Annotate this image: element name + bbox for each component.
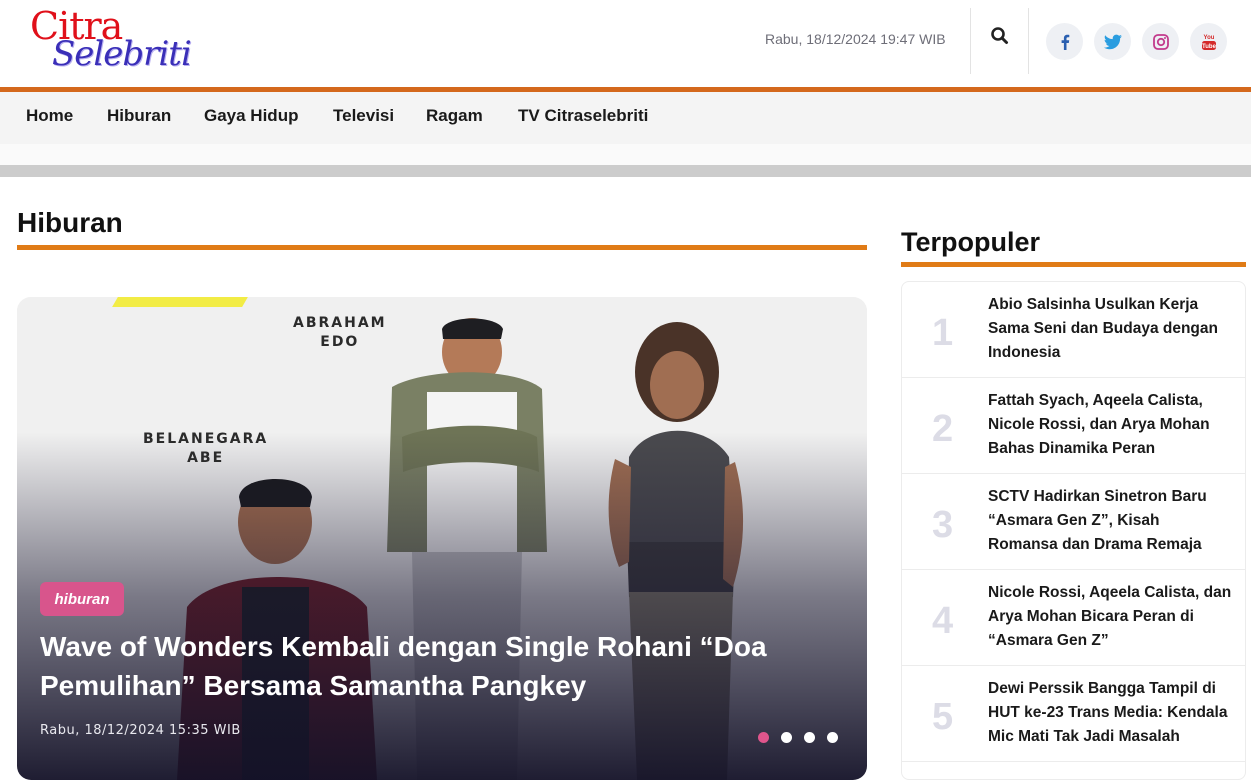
list-item[interactable]: 2 Fattah Syach, Aqeela Calista, Nicole R…: [902, 378, 1245, 474]
header-divider: [1028, 8, 1029, 74]
facebook-button[interactable]: [1046, 23, 1083, 60]
item-rank: 1: [932, 312, 954, 354]
item-rank: 2: [932, 408, 954, 450]
list-item[interactable]: 1 Abio Salsinha Usulkan Kerja Sama Seni …: [902, 282, 1245, 378]
slider-dot-active[interactable]: [758, 732, 769, 743]
sidebar-title: Terpopuler: [901, 227, 1041, 257]
sidebar-underline: [901, 262, 1246, 267]
nav-item-televisi[interactable]: Televisi: [333, 106, 394, 126]
search-button[interactable]: [988, 24, 1012, 48]
svg-text:You: You: [1203, 35, 1214, 41]
item-headline[interactable]: Abio Salsinha Usulkan Kerja Sama Seni da…: [988, 293, 1233, 365]
instagram-button[interactable]: [1142, 23, 1179, 60]
photo-caption-text: ABRAHAM EDO: [293, 315, 387, 350]
slider-dot[interactable]: [804, 732, 815, 743]
nav-item-gaya-hidup[interactable]: Gaya Hidup: [204, 106, 298, 126]
search-icon: [991, 27, 1008, 44]
header-date: Rabu, 18/12/2024 19:47 WIB: [765, 31, 946, 47]
site-header: Citra Selebriti Rabu, 18/12/2024 19:47 W…: [0, 0, 1251, 88]
section-underline: [17, 245, 867, 250]
youtube-icon: You Tube: [1201, 35, 1217, 50]
slider-dot[interactable]: [781, 732, 792, 743]
twitter-icon: [1103, 34, 1122, 49]
photo-caption-text: BELANEGARA ABE: [143, 431, 269, 466]
photo-caption-abraham-edo: ABRAHAM EDO: [293, 314, 387, 352]
hero-slider[interactable]: ABRAHAM EDO BELANEGARA ABE hiburan Wave …: [17, 297, 867, 780]
popular-list: 1 Abio Salsinha Usulkan Kerja Sama Seni …: [901, 281, 1246, 780]
nav-item-ragam[interactable]: Ragam: [426, 106, 483, 126]
facebook-icon: [1061, 34, 1069, 50]
youtube-button[interactable]: You Tube: [1190, 23, 1227, 60]
item-rank: 5: [932, 696, 954, 738]
hero-date: Rabu, 18/12/2024 15:35 WIB: [40, 723, 241, 738]
nav-item-home[interactable]: Home: [26, 106, 73, 126]
separator-bar: [0, 165, 1251, 177]
item-headline[interactable]: SCTV Hadirkan Sinetron Baru “Asmara Gen …: [988, 485, 1233, 557]
item-headline[interactable]: Dewi Perssik Bangga Tampil di HUT ke-23 …: [988, 677, 1233, 749]
nav-spacer: [0, 144, 1251, 166]
item-headline[interactable]: Nicole Rossi, Aqeela Calista, dan Arya M…: [988, 581, 1233, 653]
logo-text-selebriti: Selebriti: [52, 34, 192, 74]
nav-item-hiburan[interactable]: Hiburan: [107, 106, 171, 126]
hero-title[interactable]: Wave of Wonders Kembali dengan Single Ro…: [40, 627, 840, 705]
list-item[interactable]: 3 SCTV Hadirkan Sinetron Baru “Asmara Ge…: [902, 474, 1245, 570]
item-headline[interactable]: Fattah Syach, Aqeela Calista, Nicole Ros…: [988, 389, 1233, 461]
nav-item-tv-citraselebriti[interactable]: TV Citraselebriti: [518, 106, 648, 126]
list-item[interactable]: 4 Nicole Rossi, Aqeela Calista, dan Arya…: [902, 570, 1245, 666]
decorative-stroke: [112, 297, 248, 307]
header-divider: [970, 8, 971, 74]
item-rank: 4: [932, 600, 954, 642]
hero-image: [17, 297, 867, 780]
photo-caption-belanegara-abe: BELANEGARA ABE: [143, 430, 268, 468]
main-nav: Home Hiburan Gaya Hidup Televisi Ragam T…: [0, 92, 1251, 144]
category-tag[interactable]: hiburan: [40, 582, 124, 616]
svg-text:Tube: Tube: [1202, 44, 1217, 50]
site-logo[interactable]: Citra Selebriti: [30, 4, 192, 80]
slider-dot[interactable]: [827, 732, 838, 743]
item-rank: 3: [932, 504, 954, 546]
twitter-button[interactable]: [1094, 23, 1131, 60]
list-item[interactable]: 5 Dewi Perssik Bangga Tampil di HUT ke-2…: [902, 666, 1245, 762]
section-title: Hiburan: [17, 207, 123, 238]
instagram-icon: [1152, 33, 1169, 50]
